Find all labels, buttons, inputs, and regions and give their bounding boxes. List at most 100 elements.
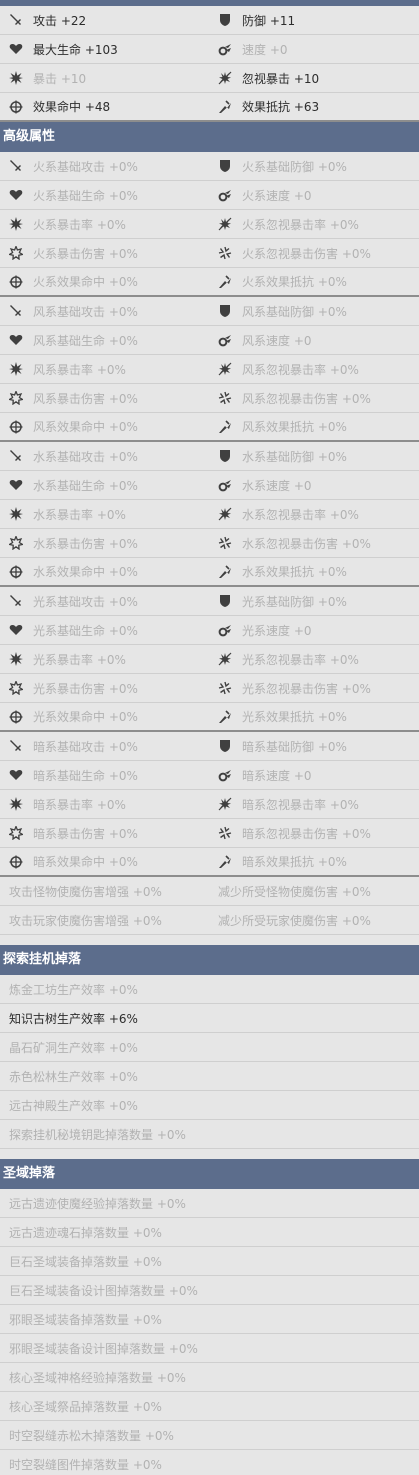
- speed-icon: [218, 188, 232, 202]
- stat-cell: 火系效果命中 +0%: [0, 273, 209, 290]
- idle-drops-section: 炼金工坊生产效率 +0% 知识古树生产效率 +6% 晶石矿洞生产效率 +0% 赤色松林…: [0, 975, 419, 1149]
- crit-damage-icon: [9, 536, 23, 550]
- stat-row: 暗系基础生命 +0% 暗系速度 +0: [0, 761, 419, 790]
- resist-icon: [218, 854, 232, 869]
- stat-row: 炼金工坊生产效率 +0%: [0, 975, 419, 1004]
- stat-cell: 火系基础防御 +0%: [209, 158, 418, 175]
- stat-label: 攻击怪物使魔伤害增强 +0%: [9, 884, 162, 899]
- stat-cell: 光系基础防御 +0%: [209, 593, 418, 610]
- stat-label: 光系效果抵抗 +0%: [242, 710, 347, 724]
- stat-cell: 时空裂缝赤松木掉落数量 +0%: [0, 1427, 419, 1444]
- stat-cell: 巨石圣域装备掉落数量 +0%: [0, 1253, 419, 1270]
- sword-icon: [9, 159, 23, 173]
- stat-label: 火系忽视暴击伤害 +0%: [242, 246, 371, 261]
- ignore-crit-damage-icon: [218, 246, 232, 260]
- stat-cell: 核心圣域神格经验掉落数量 +0%: [0, 1369, 419, 1386]
- stat-label: 晶石矿洞生产效率 +0%: [9, 1040, 138, 1055]
- stat-label: 邪眼圣域装备掉落数量 +0%: [9, 1312, 162, 1327]
- stat-label: 水系效果命中 +0%: [33, 565, 138, 579]
- crit-damage-icon: [9, 826, 23, 840]
- ignore-crit-damage-icon: [218, 536, 232, 550]
- ignore-crit-icon: [218, 797, 232, 811]
- stat-row: 暗系效果命中 +0% 暗系效果抵抗 +0%: [0, 848, 419, 877]
- stat-cell: 水系基础防御 +0%: [209, 448, 418, 465]
- speed-icon: [218, 478, 232, 492]
- shield-icon: [218, 739, 232, 753]
- stat-row: 光系基础生命 +0% 光系速度 +0: [0, 616, 419, 645]
- stat-label: 核心圣域神格经验掉落数量 +0%: [9, 1370, 186, 1385]
- stat-label: 邪眼圣域装备设计图掉落数量 +0%: [9, 1341, 198, 1356]
- speed-icon: [218, 623, 232, 637]
- resist-icon: [218, 419, 232, 434]
- stat-row: 攻击玩家使魔伤害增强 +0% 减少所受玩家使魔伤害 +0%: [0, 906, 419, 935]
- heart-icon: [9, 188, 23, 202]
- stat-cell: 暴击 +10: [0, 70, 209, 87]
- ignore-crit-damage-icon: [218, 826, 232, 840]
- stat-label: 火系效果抵抗 +0%: [242, 275, 347, 289]
- stat-label: 水系基础生命 +0%: [33, 478, 138, 493]
- stat-cell: 暗系暴击伤害 +0%: [0, 825, 209, 842]
- stat-cell: 水系忽视暴击伤害 +0%: [209, 535, 418, 552]
- crit-icon: [9, 507, 23, 521]
- stat-label: 火系忽视暴击率 +0%: [242, 217, 359, 232]
- stat-row: 光系效果命中 +0% 光系效果抵抗 +0%: [0, 703, 419, 732]
- stat-cell: 火系速度 +0: [209, 187, 418, 204]
- stat-cell: 邪眼圣域装备掉落数量 +0%: [0, 1311, 419, 1328]
- stat-label: 风系效果命中 +0%: [33, 420, 138, 434]
- stat-label: 风系暴击率 +0%: [33, 362, 126, 377]
- stat-label: 光系暴击率 +0%: [33, 652, 126, 667]
- crit-icon: [9, 652, 23, 666]
- shield-icon: [218, 159, 232, 173]
- stat-row: 光系暴击率 +0% 光系忽视暴击率 +0%: [0, 645, 419, 674]
- target-icon: [9, 565, 23, 579]
- advanced-attributes-header: 高级属性: [0, 122, 419, 152]
- stat-row: 暗系暴击伤害 +0% 暗系忽视暴击伤害 +0%: [0, 819, 419, 848]
- stat-cell: 暗系忽视暴击率 +0%: [209, 796, 418, 813]
- stat-row: 水系暴击率 +0% 水系忽视暴击率 +0%: [0, 500, 419, 529]
- stat-row: 远古神殿生产效率 +0%: [0, 1091, 419, 1120]
- stat-cell: 最大生命 +103: [0, 41, 209, 58]
- stat-label: 巨石圣域装备设计图掉落数量 +0%: [9, 1283, 198, 1298]
- stat-label: 火系基础防御 +0%: [242, 159, 347, 174]
- stat-row: 水系暴击伤害 +0% 水系忽视暴击伤害 +0%: [0, 529, 419, 558]
- stat-cell: 水系效果命中 +0%: [0, 563, 209, 580]
- stat-cell: 风系基础生命 +0%: [0, 332, 209, 349]
- stat-label: 知识古树生产效率 +6%: [9, 1011, 138, 1026]
- crit-icon: [9, 797, 23, 811]
- resist-icon: [218, 99, 232, 114]
- ignore-crit-icon: [218, 71, 232, 85]
- stat-cell: 暗系速度 +0: [209, 767, 418, 784]
- stat-cell: 巨石圣域装备设计图掉落数量 +0%: [0, 1282, 419, 1299]
- stat-label: 水系效果抵抗 +0%: [242, 565, 347, 579]
- stat-label: 时空裂缝图件掉落数量 +0%: [9, 1457, 162, 1472]
- stat-cell: 远古神殿生产效率 +0%: [0, 1097, 419, 1114]
- stat-row: 效果命中 +48 效果抵抗 +63: [0, 93, 419, 122]
- stat-label: 风系基础攻击 +0%: [33, 304, 138, 319]
- heart-icon: [9, 623, 23, 637]
- idle-drops-header: 探索挂机掉落: [0, 945, 419, 975]
- stat-label: 光系基础防御 +0%: [242, 594, 347, 609]
- stat-cell: 风系暴击率 +0%: [0, 361, 209, 378]
- stat-row: 时空裂缝赤松木掉落数量 +0%: [0, 1421, 419, 1450]
- stat-label: 水系基础防御 +0%: [242, 449, 347, 464]
- stat-row: 邪眼圣域装备掉落数量 +0%: [0, 1305, 419, 1334]
- target-icon: [9, 420, 23, 434]
- shield-icon: [218, 594, 232, 608]
- stat-cell: 忽视暴击 +10: [209, 70, 418, 87]
- stat-cell: 赤色松林生产效率 +0%: [0, 1068, 419, 1085]
- shield-icon: [218, 13, 232, 27]
- ignore-crit-icon: [218, 362, 232, 376]
- stat-label: 效果命中 +48: [33, 100, 111, 114]
- stat-cell: 水系效果抵抗 +0%: [209, 563, 418, 580]
- stat-cell: 光系基础攻击 +0%: [0, 593, 209, 610]
- stat-cell: 暗系暴击率 +0%: [0, 796, 209, 813]
- stat-label: 暗系速度 +0: [242, 768, 312, 783]
- stat-label: 暗系忽视暴击伤害 +0%: [242, 826, 371, 841]
- stat-cell: 风系效果抵抗 +0%: [209, 418, 418, 435]
- stat-row: 攻击怪物使魔伤害增强 +0% 减少所受怪物使魔伤害 +0%: [0, 877, 419, 906]
- stat-cell: 风系效果命中 +0%: [0, 418, 209, 435]
- ignore-crit-icon: [218, 217, 232, 231]
- stat-label: 暗系效果抵抗 +0%: [242, 855, 347, 869]
- stat-cell: 减少所受怪物使魔伤害 +0%: [209, 883, 418, 900]
- crit-damage-icon: [9, 391, 23, 405]
